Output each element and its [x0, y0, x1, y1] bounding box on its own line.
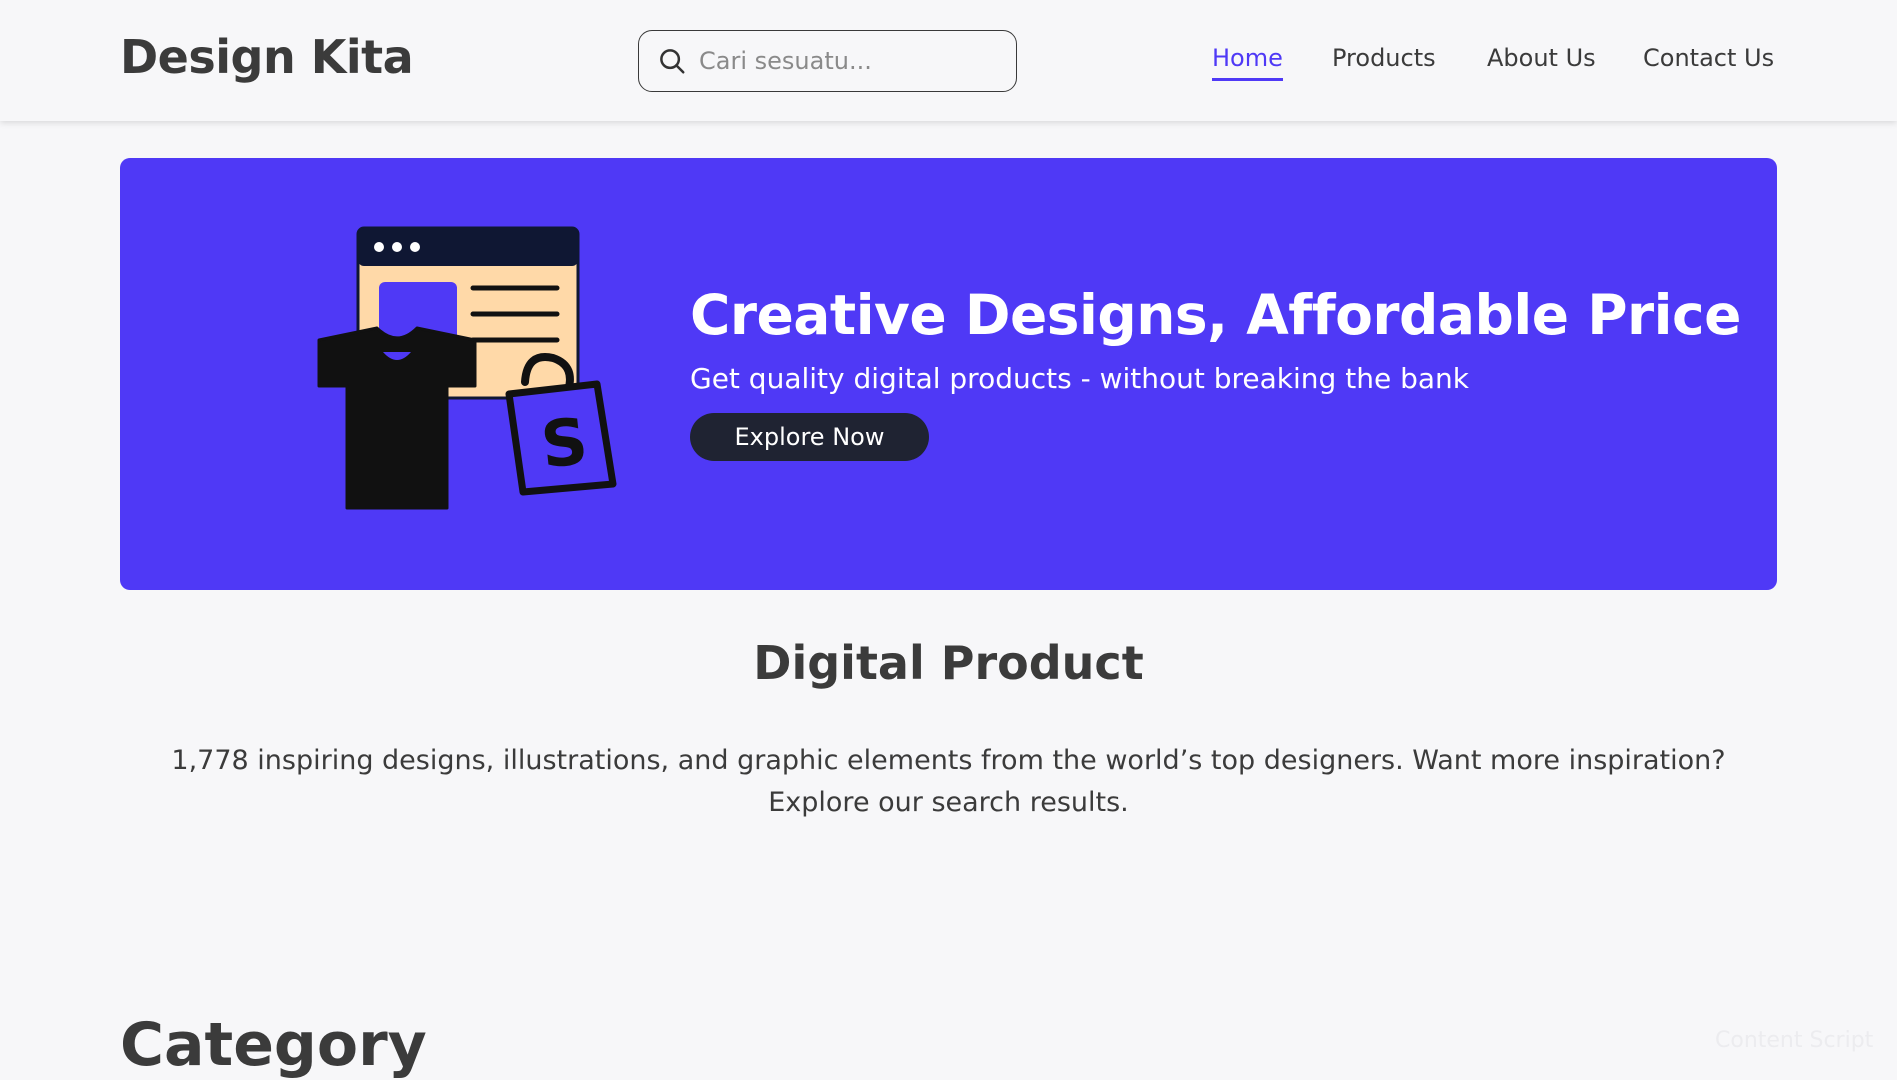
nav-link-contact-us[interactable]: Contact Us — [1643, 44, 1774, 78]
svg-text:S: S — [538, 405, 592, 483]
section-description: 1,778 inspiring designs, illustrations, … — [171, 745, 1726, 818]
section-title: Digital Product — [753, 636, 1144, 690]
navbar: Design Kita Home Products About Us Conta… — [0, 0, 1897, 121]
explore-now-button[interactable]: Explore Now — [690, 413, 929, 461]
main-nav: Home Products About Us Contact Us — [0, 44, 1897, 84]
hero-subtitle: Get quality digital products - without b… — [690, 362, 1469, 395]
category-title: Category — [120, 1010, 427, 1080]
hero-title: Creative Designs, Affordable Price — [690, 283, 1741, 347]
content-script-watermark: Content Script — [1715, 1028, 1874, 1053]
nav-link-products[interactable]: Products — [1332, 44, 1436, 78]
hero-banner: S Creative Designs, Affordable Price Get… — [120, 158, 1777, 590]
nav-link-home[interactable]: Home — [1212, 44, 1283, 81]
nav-link-about-us[interactable]: About Us — [1487, 44, 1596, 78]
tshirt-browser-shopping-bag-icon: S — [317, 226, 617, 510]
